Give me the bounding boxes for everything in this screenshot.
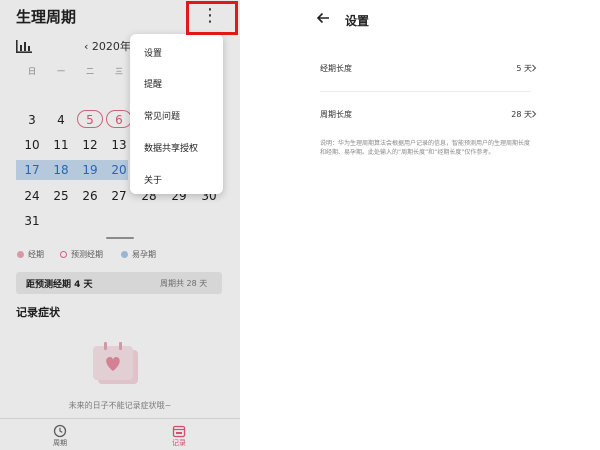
legend-label: 经期 (28, 250, 44, 259)
row-divider (320, 91, 531, 92)
drag-handle[interactable] (106, 237, 134, 239)
calendar-day[interactable]: 19 (76, 162, 104, 178)
calendar-day[interactable]: 13 (105, 137, 133, 153)
weekday-label: 三 (115, 67, 123, 76)
calendar-day[interactable]: 26 (76, 188, 104, 204)
tab-cycle[interactable]: 周期 (45, 438, 75, 448)
calendar-record-icon[interactable] (172, 424, 186, 438)
stats-chart-icon[interactable] (16, 40, 32, 53)
calendar-day[interactable]: 24 (18, 188, 46, 204)
cycle-length-label[interactable]: 周期长度 (320, 109, 352, 120)
calendar-day[interactable]: 20 (105, 162, 133, 178)
calendar-day[interactable]: 31 (18, 213, 46, 229)
page-title: 生理周期 (16, 8, 77, 26)
predicted-legend-dot (60, 251, 67, 258)
tab-record[interactable]: 记录 (164, 438, 194, 448)
calendar-day[interactable]: 27 (105, 188, 133, 204)
days-until-period: 距预测经期 4 天 (26, 280, 93, 290)
cycle-length-summary: 周期共 28 天 (160, 279, 208, 288)
tab-bar-divider (0, 418, 240, 419)
calendar-heart-icon (93, 342, 138, 384)
legend-label: 易孕期 (132, 250, 156, 259)
chevron-right-icon[interactable] (530, 64, 538, 72)
highlight-box (186, 1, 238, 35)
menu-item-about[interactable]: 关于 (144, 173, 162, 186)
weekday-label: 二 (86, 67, 94, 76)
clock-icon[interactable] (53, 424, 67, 438)
calendar-day[interactable]: 17 (18, 162, 46, 178)
settings-screen: 设置 经期长度 5 天 周期长度 28 天 说明：华为生理周期算法会根据用户记录… (300, 0, 600, 450)
weekday-label: 日 (28, 67, 36, 76)
fertile-legend-dot (121, 251, 128, 258)
menu-item-settings[interactable]: 设置 (144, 46, 162, 59)
back-arrow-icon[interactable] (315, 10, 331, 26)
empty-state-text: 未来的日子不能记录症状哦~ (68, 401, 172, 410)
section-title: 记录症状 (16, 306, 60, 319)
cycle-screen: 生理周期 ⋮ ‹ 2020年 日 一 二 三 3 4 5 6 10 11 12 … (0, 0, 240, 450)
calendar-day[interactable]: 12 (76, 137, 104, 153)
month-label: 2020年 (91, 40, 131, 53)
overflow-menu: 设置 提醒 常见问题 数据共享授权 关于 (130, 34, 223, 194)
calendar-day[interactable]: 25 (47, 188, 75, 204)
chevron-right-icon[interactable] (530, 110, 538, 118)
page-title: 设置 (345, 14, 370, 28)
settings-note: 说明：华为生理周期算法会根据用户记录的信息，智能预测用户的生理周期长度和经期、易… (320, 140, 531, 156)
menu-item-data-sharing[interactable]: 数据共享授权 (144, 141, 198, 154)
calendar-day[interactable]: 3 (18, 112, 46, 128)
calendar-day[interactable]: 5 (76, 112, 104, 128)
cycle-length-value[interactable]: 28 天 (511, 109, 532, 120)
period-legend-dot (17, 251, 24, 258)
period-length-label[interactable]: 经期长度 (320, 63, 352, 74)
calendar-day[interactable]: 6 (105, 112, 133, 128)
menu-item-faq[interactable]: 常见问题 (144, 109, 180, 122)
calendar-day[interactable]: 4 (47, 112, 75, 128)
legend-label: 预测经期 (71, 250, 103, 259)
weekday-label: 一 (57, 67, 65, 76)
calendar-day[interactable]: 18 (47, 162, 75, 178)
menu-item-reminder[interactable]: 提醒 (144, 77, 162, 90)
month-switcher[interactable]: ‹ 2020年 (84, 38, 131, 54)
calendar-day[interactable]: 10 (18, 137, 46, 153)
chevron-left-icon[interactable]: ‹ (84, 40, 88, 53)
calendar-day[interactable]: 11 (47, 137, 75, 153)
